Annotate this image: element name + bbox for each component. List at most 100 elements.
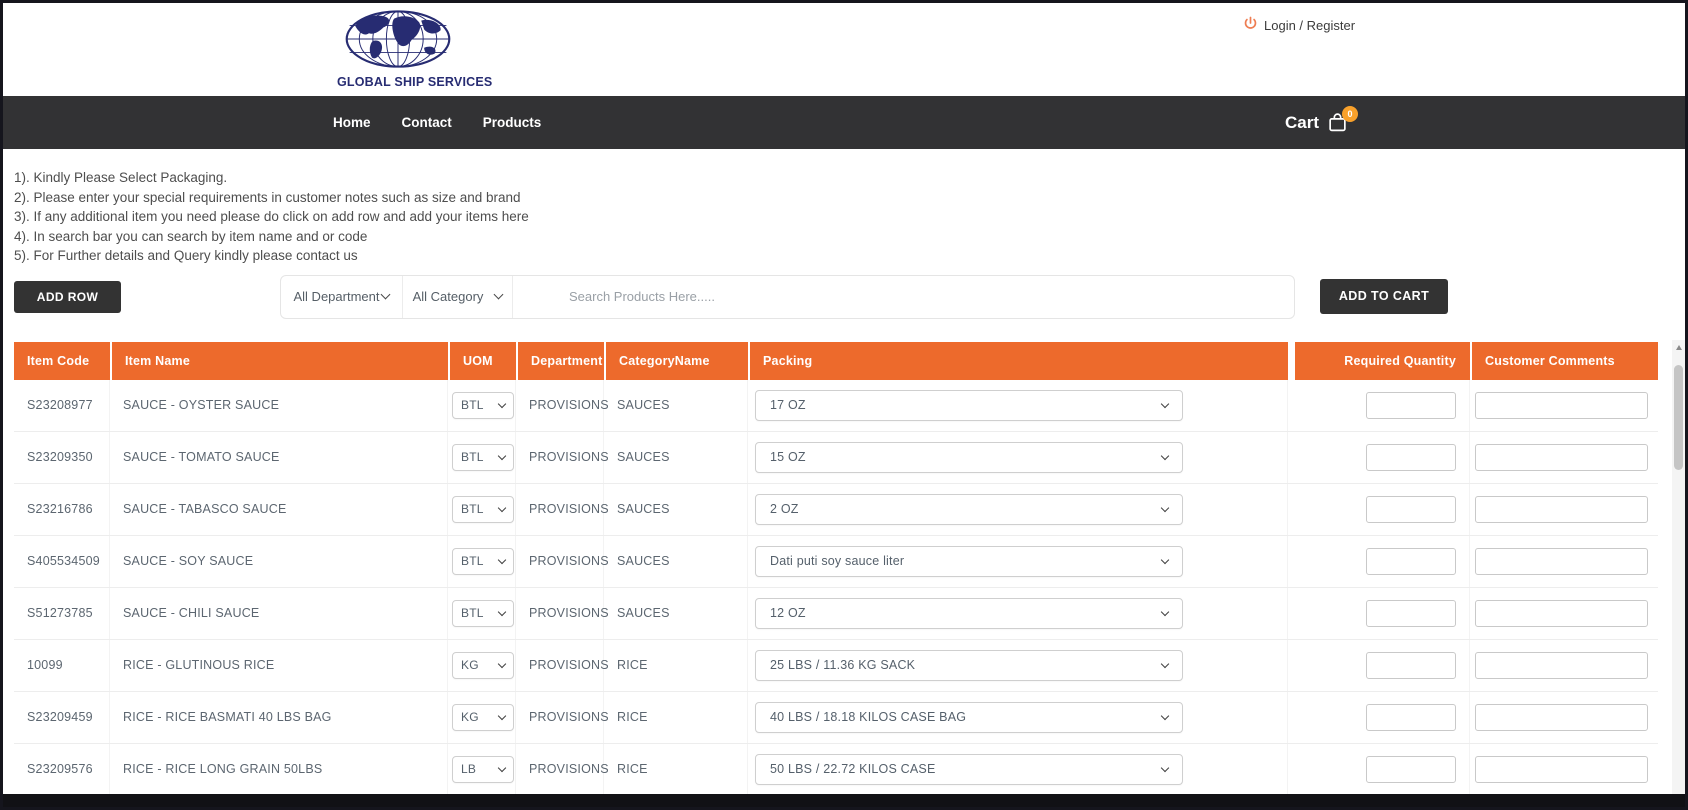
packing-select[interactable]: 2 OZ	[755, 493, 1183, 525]
department-cell: PROVISIONS	[516, 535, 609, 587]
item-code-cell: 10099	[14, 639, 110, 691]
cart-button[interactable]: Cart 0	[1285, 96, 1359, 149]
logo-text: GLOBAL SHIP SERVICES	[337, 75, 493, 89]
scrollbar-thumb[interactable]	[1674, 365, 1683, 470]
customer-comments-input[interactable]	[1475, 755, 1648, 783]
customer-comments-input[interactable]	[1475, 547, 1648, 575]
packing-select-value: 12 OZ	[770, 606, 806, 621]
column-header-categoryname: CategoryName	[604, 341, 748, 380]
nav-links: Home Contact Products	[333, 115, 541, 130]
packing-select[interactable]: 12 OZ	[755, 597, 1183, 629]
item-name-cell: SAUCE - TABASCO SAUCE	[110, 483, 448, 535]
chevron-down-icon	[1160, 711, 1170, 721]
customer-comments-input[interactable]	[1475, 391, 1648, 419]
packing-select[interactable]: 50 LBS / 22.72 KILOS CASE	[755, 753, 1183, 785]
packing-select[interactable]: Dati puti soy sauce liter	[755, 545, 1183, 577]
table-scrollbar[interactable]	[1672, 340, 1685, 794]
uom-select-value: BTL	[461, 502, 484, 517]
required-quantity-input[interactable]	[1366, 755, 1456, 783]
required-quantity-input[interactable]	[1366, 599, 1456, 627]
customer-comments-cell	[1470, 588, 1658, 639]
required-quantity-input[interactable]	[1366, 443, 1456, 471]
nav-item-products[interactable]: Products	[483, 115, 542, 130]
customer-comments-cell	[1470, 692, 1658, 743]
item-code-cell: S23209459	[14, 691, 110, 743]
chevron-down-icon	[497, 451, 507, 461]
table-row: S23208977 SAUCE - OYSTER SAUCE BTL PROVI…	[14, 379, 1658, 432]
item-name-cell: SAUCE - SOY SAUCE	[110, 535, 448, 587]
category-cell: RICE	[604, 743, 748, 795]
item-code-cell: S51273785	[14, 587, 110, 639]
category-filter-label: All Category	[412, 289, 484, 305]
filter-search-box: All Department All Category	[280, 274, 1295, 319]
customer-comments-input[interactable]	[1475, 599, 1648, 627]
nav-item-home[interactable]: Home	[333, 115, 371, 130]
packing-select[interactable]: 40 LBS / 18.18 KILOS CASE BAG	[755, 701, 1183, 733]
uom-select[interactable]: BTL	[452, 443, 514, 471]
table-row: S23209576 RICE - RICE LONG GRAIN 50LBS L…	[14, 743, 1658, 796]
required-quantity-input[interactable]	[1366, 703, 1456, 731]
item-code-cell: S23208977	[14, 379, 110, 431]
required-quantity-input[interactable]	[1366, 495, 1456, 523]
required-quantity-input[interactable]	[1366, 391, 1456, 419]
uom-select[interactable]: LB	[452, 755, 514, 783]
uom-cell: BTL	[448, 431, 516, 483]
packing-select-value: 25 LBS / 11.36 KG SACK	[770, 658, 916, 673]
required-quantity-cell	[1288, 743, 1470, 795]
packing-select[interactable]: 25 LBS / 11.36 KG SACK	[755, 649, 1183, 681]
customer-comments-input[interactable]	[1475, 443, 1648, 471]
add-to-cart-button[interactable]: ADD TO CART	[1320, 278, 1448, 314]
category-cell: SAUCES	[604, 483, 748, 535]
packing-select[interactable]: 17 OZ	[755, 389, 1183, 421]
uom-select[interactable]: BTL	[452, 391, 514, 419]
uom-select[interactable]: BTL	[452, 547, 514, 575]
uom-select[interactable]: BTL	[452, 599, 514, 627]
chevron-down-icon	[1160, 763, 1170, 773]
chevron-down-icon	[497, 763, 507, 773]
packing-cell: 2 OZ	[748, 483, 1288, 535]
table-row: S51273785 SAUCE - CHILI SAUCE BTL PROVIS…	[14, 587, 1658, 640]
uom-select-value: BTL	[461, 398, 484, 413]
logo: GLOBAL SHIP SERVICES	[337, 9, 493, 89]
department-cell: PROVISIONS	[516, 431, 609, 483]
chevron-down-icon	[497, 555, 507, 565]
add-row-button[interactable]: ADD ROW	[14, 280, 121, 313]
power-icon	[1243, 16, 1258, 34]
uom-select[interactable]: KG	[452, 651, 514, 679]
customer-comments-input[interactable]	[1475, 651, 1648, 679]
uom-cell: BTL	[448, 535, 516, 587]
customer-comments-cell	[1470, 380, 1658, 431]
item-name-cell: RICE - RICE BASMATI 40 LBS BAG	[110, 691, 448, 743]
table-row: S23209350 SAUCE - TOMATO SAUCE BTL PROVI…	[14, 431, 1658, 484]
item-name-cell: RICE - GLUTINOUS RICE	[110, 639, 448, 691]
uom-cell: LB	[448, 743, 516, 795]
toolbar: ADD ROW All Department All Category ADD …	[3, 274, 1685, 319]
packing-select-value: Dati puti soy sauce liter	[770, 554, 905, 569]
nav-item-contact[interactable]: Contact	[402, 115, 452, 130]
uom-select-value: BTL	[461, 606, 484, 621]
chevron-down-icon	[497, 607, 507, 617]
uom-select[interactable]: BTL	[452, 495, 514, 523]
search-input[interactable]	[513, 275, 1294, 318]
scrollbar-up-arrow[interactable]	[1672, 340, 1685, 354]
category-filter-select[interactable]: All Category	[403, 275, 513, 318]
item-name-cell: SAUCE - TOMATO SAUCE	[110, 431, 448, 483]
chevron-down-icon	[1160, 659, 1170, 669]
uom-select[interactable]: KG	[452, 703, 514, 731]
uom-cell: BTL	[448, 379, 516, 431]
login-register-link[interactable]: Login / Register	[1243, 16, 1355, 34]
instruction-line: 5). For Further details and Query kindly…	[14, 248, 358, 264]
customer-comments-cell	[1470, 744, 1658, 795]
customer-comments-input[interactable]	[1475, 495, 1648, 523]
packing-select[interactable]: 15 OZ	[755, 441, 1183, 473]
required-quantity-input[interactable]	[1366, 651, 1456, 679]
main-content: 1). Kindly Please Select Packaging. 2). …	[3, 149, 1685, 796]
packing-select-value: 40 LBS / 18.18 KILOS CASE BAG	[770, 710, 967, 725]
customer-comments-input[interactable]	[1475, 703, 1648, 731]
department-filter-select[interactable]: All Department	[281, 275, 403, 318]
required-quantity-input[interactable]	[1366, 547, 1456, 575]
table-body: S23208977 SAUCE - OYSTER SAUCE BTL PROVI…	[14, 379, 1658, 796]
navbar: Home Contact Products Cart 0	[3, 96, 1685, 149]
instruction-line: 1). Kindly Please Select Packaging.	[14, 170, 228, 185]
chevron-down-icon	[1160, 503, 1170, 513]
